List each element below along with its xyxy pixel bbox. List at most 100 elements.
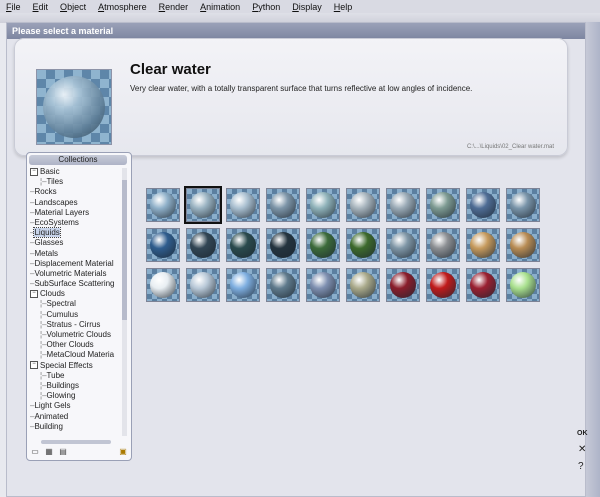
material-sphere-icon [390, 272, 416, 298]
material-thumbnail[interactable] [306, 268, 340, 302]
collection-item[interactable]: –EcoSystems [30, 218, 120, 228]
collection-item[interactable]: –Liquids [30, 227, 120, 239]
material-thumbnail[interactable] [226, 228, 260, 262]
material-sphere-icon [390, 232, 416, 258]
material-thumbnail[interactable] [466, 188, 500, 222]
collection-item[interactable]: − Special Effects [30, 361, 120, 371]
collection-item[interactable]: ¦–Other Clouds [30, 340, 120, 350]
material-thumbnail[interactable] [506, 228, 540, 262]
collection-label: Light Gels [34, 401, 71, 411]
material-thumbnail[interactable] [506, 268, 540, 302]
material-thumbnail[interactable] [386, 268, 420, 302]
material-thumbnail[interactable] [306, 228, 340, 262]
menu-atmosphere[interactable]: Atmosphere [92, 2, 153, 12]
collection-label: SubSurface Scattering [34, 279, 115, 289]
collection-item[interactable]: –Metals [30, 249, 120, 259]
collection-item[interactable]: –Displacement Material [30, 259, 120, 269]
material-thumbnail[interactable] [186, 228, 220, 262]
collection-label: Special Effects [40, 360, 93, 370]
collection-item[interactable]: –Light Gels [30, 401, 120, 411]
menu-help[interactable]: Help [328, 2, 359, 12]
material-thumbnail[interactable] [386, 228, 420, 262]
material-sphere-icon [350, 192, 376, 218]
material-thumbnail[interactable] [466, 228, 500, 262]
collection-item[interactable]: –Glasses [30, 238, 120, 248]
menu-animation[interactable]: Animation [194, 2, 246, 12]
material-thumbnail[interactable] [146, 188, 180, 222]
menu-file[interactable]: File [0, 2, 27, 12]
material-thumbnail[interactable] [426, 188, 460, 222]
material-thumbnail[interactable] [184, 186, 222, 224]
material-thumbnail[interactable] [346, 228, 380, 262]
material-thumbnail[interactable] [266, 228, 300, 262]
material-thumbnail[interactable] [426, 268, 460, 302]
collection-item[interactable]: ¦–Tiles [30, 177, 120, 187]
collection-item[interactable]: ¦–Cumulus [30, 310, 120, 320]
menu-edit[interactable]: Edit [27, 2, 55, 12]
collection-item[interactable]: − Clouds [30, 289, 120, 299]
collection-label: Tube [46, 370, 65, 380]
material-description: Very clear water, with a totally transpa… [130, 84, 473, 93]
collection-label: Volumetric Clouds [46, 330, 112, 339]
folder-icon[interactable]: ▤ [58, 447, 68, 456]
collection-item[interactable]: ¦–Tube [30, 371, 120, 381]
material-thumbnail[interactable] [306, 188, 340, 222]
collection-item[interactable]: –Material Layers [30, 208, 120, 218]
material-sphere-icon [230, 272, 256, 298]
collection-item[interactable]: –Building [30, 422, 120, 432]
collapse-icon[interactable]: − [30, 167, 38, 176]
collection-item[interactable]: ¦–Glowing [30, 391, 120, 401]
material-preview-panel: Clear water Very clear water, with a tot… [14, 38, 568, 156]
collection-label: Clouds [40, 289, 65, 299]
collection-item[interactable]: –SubSurface Scattering [30, 279, 120, 289]
collapse-icon[interactable]: − [30, 361, 38, 370]
material-thumbnail[interactable] [146, 228, 180, 262]
collections-scrollbar[interactable] [122, 168, 127, 436]
material-thumbnail[interactable] [426, 228, 460, 262]
collection-item[interactable]: –Landscapes [30, 198, 120, 208]
material-sphere-icon [150, 232, 176, 258]
lock-icon[interactable]: ▣ [118, 447, 128, 456]
new-collection-icon[interactable]: ▭ [30, 447, 40, 456]
material-thumbnail[interactable] [346, 188, 380, 222]
menu-render[interactable]: Render [153, 2, 195, 12]
material-sphere-icon [430, 232, 456, 258]
collections-hscrollbar[interactable] [41, 440, 111, 444]
collection-item[interactable]: ¦–Volumetric Clouds [30, 330, 120, 340]
material-thumbnail[interactable] [386, 188, 420, 222]
material-sphere-icon [150, 192, 176, 218]
material-thumbnail[interactable] [346, 268, 380, 302]
ok-button[interactable]: OK [577, 430, 588, 437]
collection-item[interactable]: ¦–Spectral [30, 299, 120, 309]
material-thumbnail[interactable] [266, 188, 300, 222]
material-thumbnail[interactable] [146, 268, 180, 302]
collection-label: Tiles [46, 177, 64, 187]
menu-python[interactable]: Python [246, 2, 286, 12]
delete-collection-icon[interactable]: ▦ [44, 447, 54, 456]
material-thumbnail[interactable] [226, 188, 260, 222]
help-icon[interactable]: ? [578, 461, 584, 472]
material-thumbnail[interactable] [186, 268, 220, 302]
collection-item[interactable]: –Animated [30, 412, 120, 422]
collection-item[interactable]: –Rocks [30, 187, 120, 197]
material-thumbnail[interactable] [226, 268, 260, 302]
menu-object[interactable]: Object [54, 2, 92, 12]
collection-item[interactable]: − Basic [30, 167, 120, 177]
collapse-icon[interactable]: − [30, 290, 38, 299]
material-sphere-icon [350, 272, 376, 298]
material-sphere-icon [510, 232, 536, 258]
material-sphere-icon [430, 272, 456, 298]
collection-item[interactable]: ¦–MetaCloud Materia [30, 350, 120, 360]
close-icon[interactable]: ✕ [578, 444, 586, 455]
menu-display[interactable]: Display [286, 2, 328, 12]
material-thumbnail[interactable] [466, 268, 500, 302]
material-thumbnail[interactable] [266, 268, 300, 302]
collection-label: Glasses [34, 238, 64, 248]
collection-item[interactable]: ¦–Stratus - Cirrus [30, 320, 120, 330]
material-sphere-icon [270, 192, 296, 218]
material-thumbnail[interactable] [506, 188, 540, 222]
collection-label: Material Layers [34, 207, 90, 217]
scrollbar-thumb[interactable] [122, 180, 127, 320]
collection-item[interactable]: –Volumetric Materials [30, 269, 120, 279]
collection-item[interactable]: ¦–Buildings [30, 381, 120, 391]
